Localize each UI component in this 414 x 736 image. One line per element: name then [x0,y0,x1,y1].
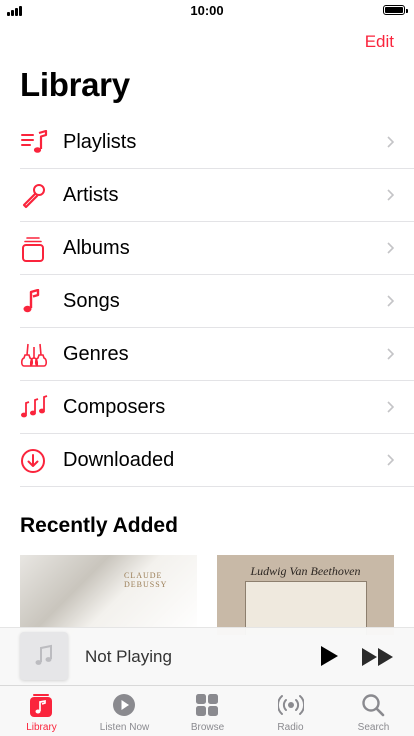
guitars-icon [20,343,48,367]
tab-label: Search [357,722,390,733]
chevron-right-icon [387,348,394,360]
tab-library[interactable]: Library [0,686,83,736]
recently-added-heading: Recently Added [20,514,178,537]
album-cover-text: CLAUDE DEBUSSY [124,571,168,589]
fast-forward-button[interactable] [361,646,395,668]
library-item-albums[interactable]: Albums [20,222,414,275]
play-button[interactable] [318,644,340,668]
tab-label: Browse [190,722,225,733]
album-cover-beethoven[interactable]: Ludwig Van Beethoven [217,555,394,635]
library-item-genres[interactable]: Genres [20,328,414,381]
library-item-artists[interactable]: Artists [20,169,414,222]
chevron-right-icon [387,295,394,307]
search-icon [362,694,385,717]
tab-bar: Library Listen Now Browse Radio Search [0,686,414,736]
tab-label: Radio [277,722,304,733]
library-item-playlists[interactable]: Playlists [20,116,414,169]
album-cover-text: Ludwig Van Beethoven [250,564,361,578]
library-item-label: Artists [63,184,119,206]
music-note-icon [23,289,40,313]
now-playing-status: Not Playing [85,647,172,666]
grid-icon [196,694,218,716]
chevron-right-icon [387,454,394,466]
library-item-label: Playlists [63,131,137,153]
library-item-label: Composers [63,396,166,418]
library-item-label: Albums [63,237,130,259]
chevron-right-icon [387,242,394,254]
radio-icon [278,695,304,715]
chevron-right-icon [387,189,394,201]
tab-browse[interactable]: Browse [166,686,249,736]
tab-label: Listen Now [99,722,150,733]
page-title: Library [20,66,130,103]
library-item-songs[interactable]: Songs [20,275,414,328]
library-item-label: Genres [63,343,129,365]
download-circle-icon [21,449,45,473]
tab-listen-now[interactable]: Listen Now [83,686,166,736]
library-item-downloaded[interactable]: Downloaded [20,434,414,487]
album-cover-debussy[interactable]: CLAUDE DEBUSSY [20,555,197,635]
edit-button[interactable]: Edit [365,32,394,52]
chevron-right-icon [387,136,394,148]
now-playing-artwork [20,632,68,680]
library-item-label: Downloaded [63,449,175,471]
music-notes-icon [21,395,48,418]
play-circle-icon [113,694,135,716]
albums-icon [22,237,44,262]
library-icon [30,694,52,717]
status-time: 10:00 [190,3,224,18]
playlists-icon [21,130,48,153]
battery-icon [383,5,408,15]
tab-search[interactable]: Search [332,686,414,736]
library-item-composers[interactable]: Composers [20,381,414,434]
status-bar: 10:00 [0,0,414,22]
microphone-icon [22,184,45,209]
library-list: Playlists Artists Albums Songs Genres Co… [20,116,414,487]
chevron-right-icon [387,401,394,413]
library-item-label: Songs [63,290,120,312]
mini-player[interactable]: Not Playing [0,627,414,686]
tab-label: Library [26,722,57,733]
tab-radio[interactable]: Radio [249,686,332,736]
music-note-icon [35,644,52,665]
row-divider [20,486,414,487]
